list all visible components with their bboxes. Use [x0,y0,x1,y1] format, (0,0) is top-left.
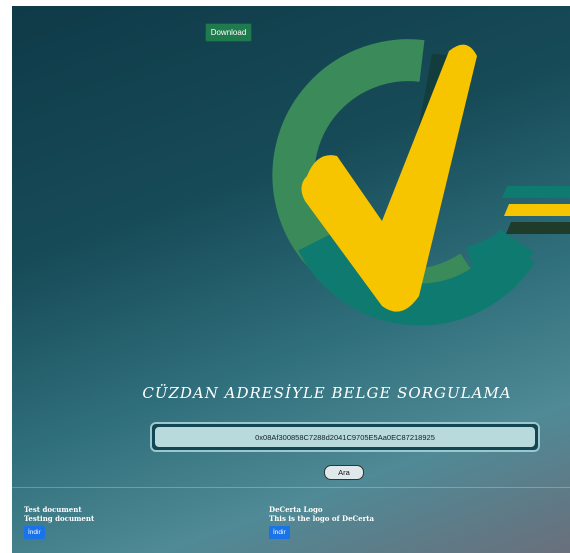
document-description: Testing document [24,514,95,523]
wallet-address-field[interactable]: 0x08Af300858C7288d2041C9705E5Aa0EC872189… [150,422,540,452]
document-name: DeCerta Logo [269,505,323,514]
document-card-logo: DeCerta Logo This is the logo of DeCerta… [269,505,374,539]
document-download-button[interactable]: İndir [269,526,290,539]
document-description: This is the logo of DeCerta [269,514,375,523]
decerta-check-logo-icon [272,39,570,326]
document-download-button[interactable]: İndir [24,526,45,539]
wallet-address-input[interactable]: 0x08Af300858C7288d2041C9705E5Aa0EC872189… [155,427,535,447]
document-name: Test document [24,505,82,514]
download-button[interactable]: Download [205,23,252,42]
divider [12,487,570,488]
page-background: Download CÜZDAN ADRESİYLE BELGE SORGULAM… [12,6,570,553]
search-button[interactable]: Ara [324,465,364,480]
document-card-test: Test document Testing document İndir [24,505,94,539]
page-title: CÜZDAN ADRESİYLE BELGE SORGULAMA [142,384,512,402]
